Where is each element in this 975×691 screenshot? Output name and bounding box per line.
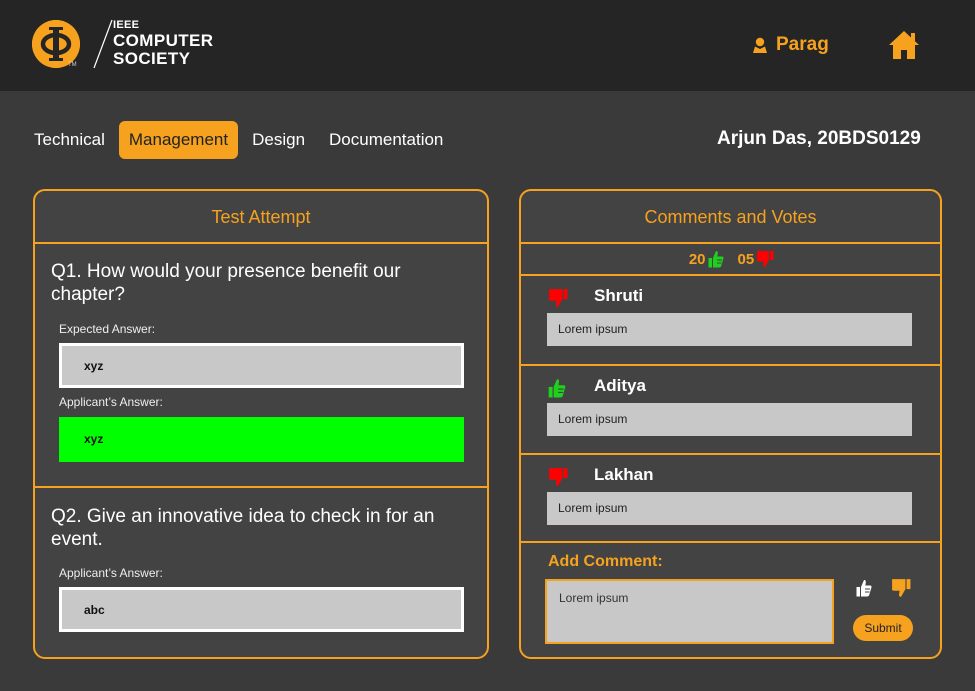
applicant-answer-box: abc [59, 587, 464, 632]
user-icon [753, 37, 767, 53]
add-comment-input[interactable]: Lorem ipsum [545, 579, 834, 644]
question-2-text: Q2. Give an innovative idea to check in … [51, 506, 435, 550]
applicant-answer-box: xyz [59, 417, 464, 462]
comment-item: Shruti Lorem ipsum [521, 278, 940, 366]
comment-text: Lorem ipsum [547, 313, 912, 346]
thumbs-down-icon [757, 251, 774, 267]
logo-computer-text: COMPUTER [113, 31, 214, 50]
thumbs-up-icon [856, 580, 872, 597]
applicant-answer-label: Applicant’s Answer: [59, 395, 163, 409]
comment-text: Lorem ipsum [547, 492, 912, 525]
expected-answer-label: Expected Answer: [59, 322, 156, 336]
submit-button[interactable]: Submit [853, 615, 913, 641]
test-attempt-title: Test Attempt [35, 191, 487, 244]
question-1-text: Q1. How would your presence benefit our … [51, 261, 401, 305]
top-bar: TM IEEE COMPUTER SOCIETY Parag [0, 0, 975, 91]
thumbs-down-icon [548, 289, 568, 307]
thumbs-down-icon [891, 579, 911, 597]
ieee-cs-logo[interactable]: TM IEEE COMPUTER SOCIETY [32, 18, 214, 70]
logo-society-text: SOCIETY [113, 49, 191, 68]
commenter-name: Lakhan [594, 465, 654, 484]
tab-design[interactable]: Design [242, 121, 315, 159]
user-name: Parag [776, 34, 829, 55]
tab-technical[interactable]: Technical [34, 121, 115, 159]
downvote-button[interactable] [891, 578, 911, 603]
add-comment-label: Add Comment: [548, 553, 663, 570]
home-button[interactable] [888, 30, 920, 60]
upvote-count: 20 [688, 250, 706, 268]
phi-logo-icon [32, 20, 80, 68]
comments-votes-title: Comments and Votes [521, 191, 940, 244]
test-attempt-panel: Test Attempt Q1. How would your presence… [33, 189, 489, 659]
applicant-answer-label: Applicant’s Answer: [59, 566, 163, 580]
logo-ieee-text: IEEE [113, 19, 140, 31]
home-icon [889, 31, 919, 59]
applicant-name: Arjun Das, 20BDS0129 [717, 128, 921, 149]
thumbs-down-icon [548, 468, 568, 486]
question-1: Q1. How would your presence benefit our … [35, 246, 487, 488]
upvote-button[interactable] [856, 579, 872, 602]
comments-votes-panel: Comments and Votes 20 05 Shruti Lorem ip… [519, 189, 942, 659]
commenter-name: Shruti [594, 286, 644, 305]
thumbs-up-icon [708, 251, 724, 268]
question-2: Q2. Give an innovative idea to check in … [35, 490, 487, 657]
commenter-name: Aditya [594, 376, 646, 395]
comment-item: Aditya Lorem ipsum [521, 368, 940, 455]
comment-item: Lakhan Lorem ipsum [521, 457, 940, 543]
vote-tally: 20 05 [521, 244, 940, 276]
logo-trademark: TM [68, 62, 77, 68]
tab-management[interactable]: Management [118, 121, 239, 159]
comment-text: Lorem ipsum [547, 403, 912, 436]
thumbs-up-icon [548, 379, 566, 398]
user-menu[interactable]: Parag [752, 34, 829, 56]
logo-divider [93, 19, 113, 69]
expected-answer-box: xyz [59, 343, 464, 388]
category-tabs: Technical Management Design Documentatio… [34, 121, 457, 159]
tab-documentation[interactable]: Documentation [319, 121, 453, 159]
downvote-count: 05 [737, 250, 755, 268]
